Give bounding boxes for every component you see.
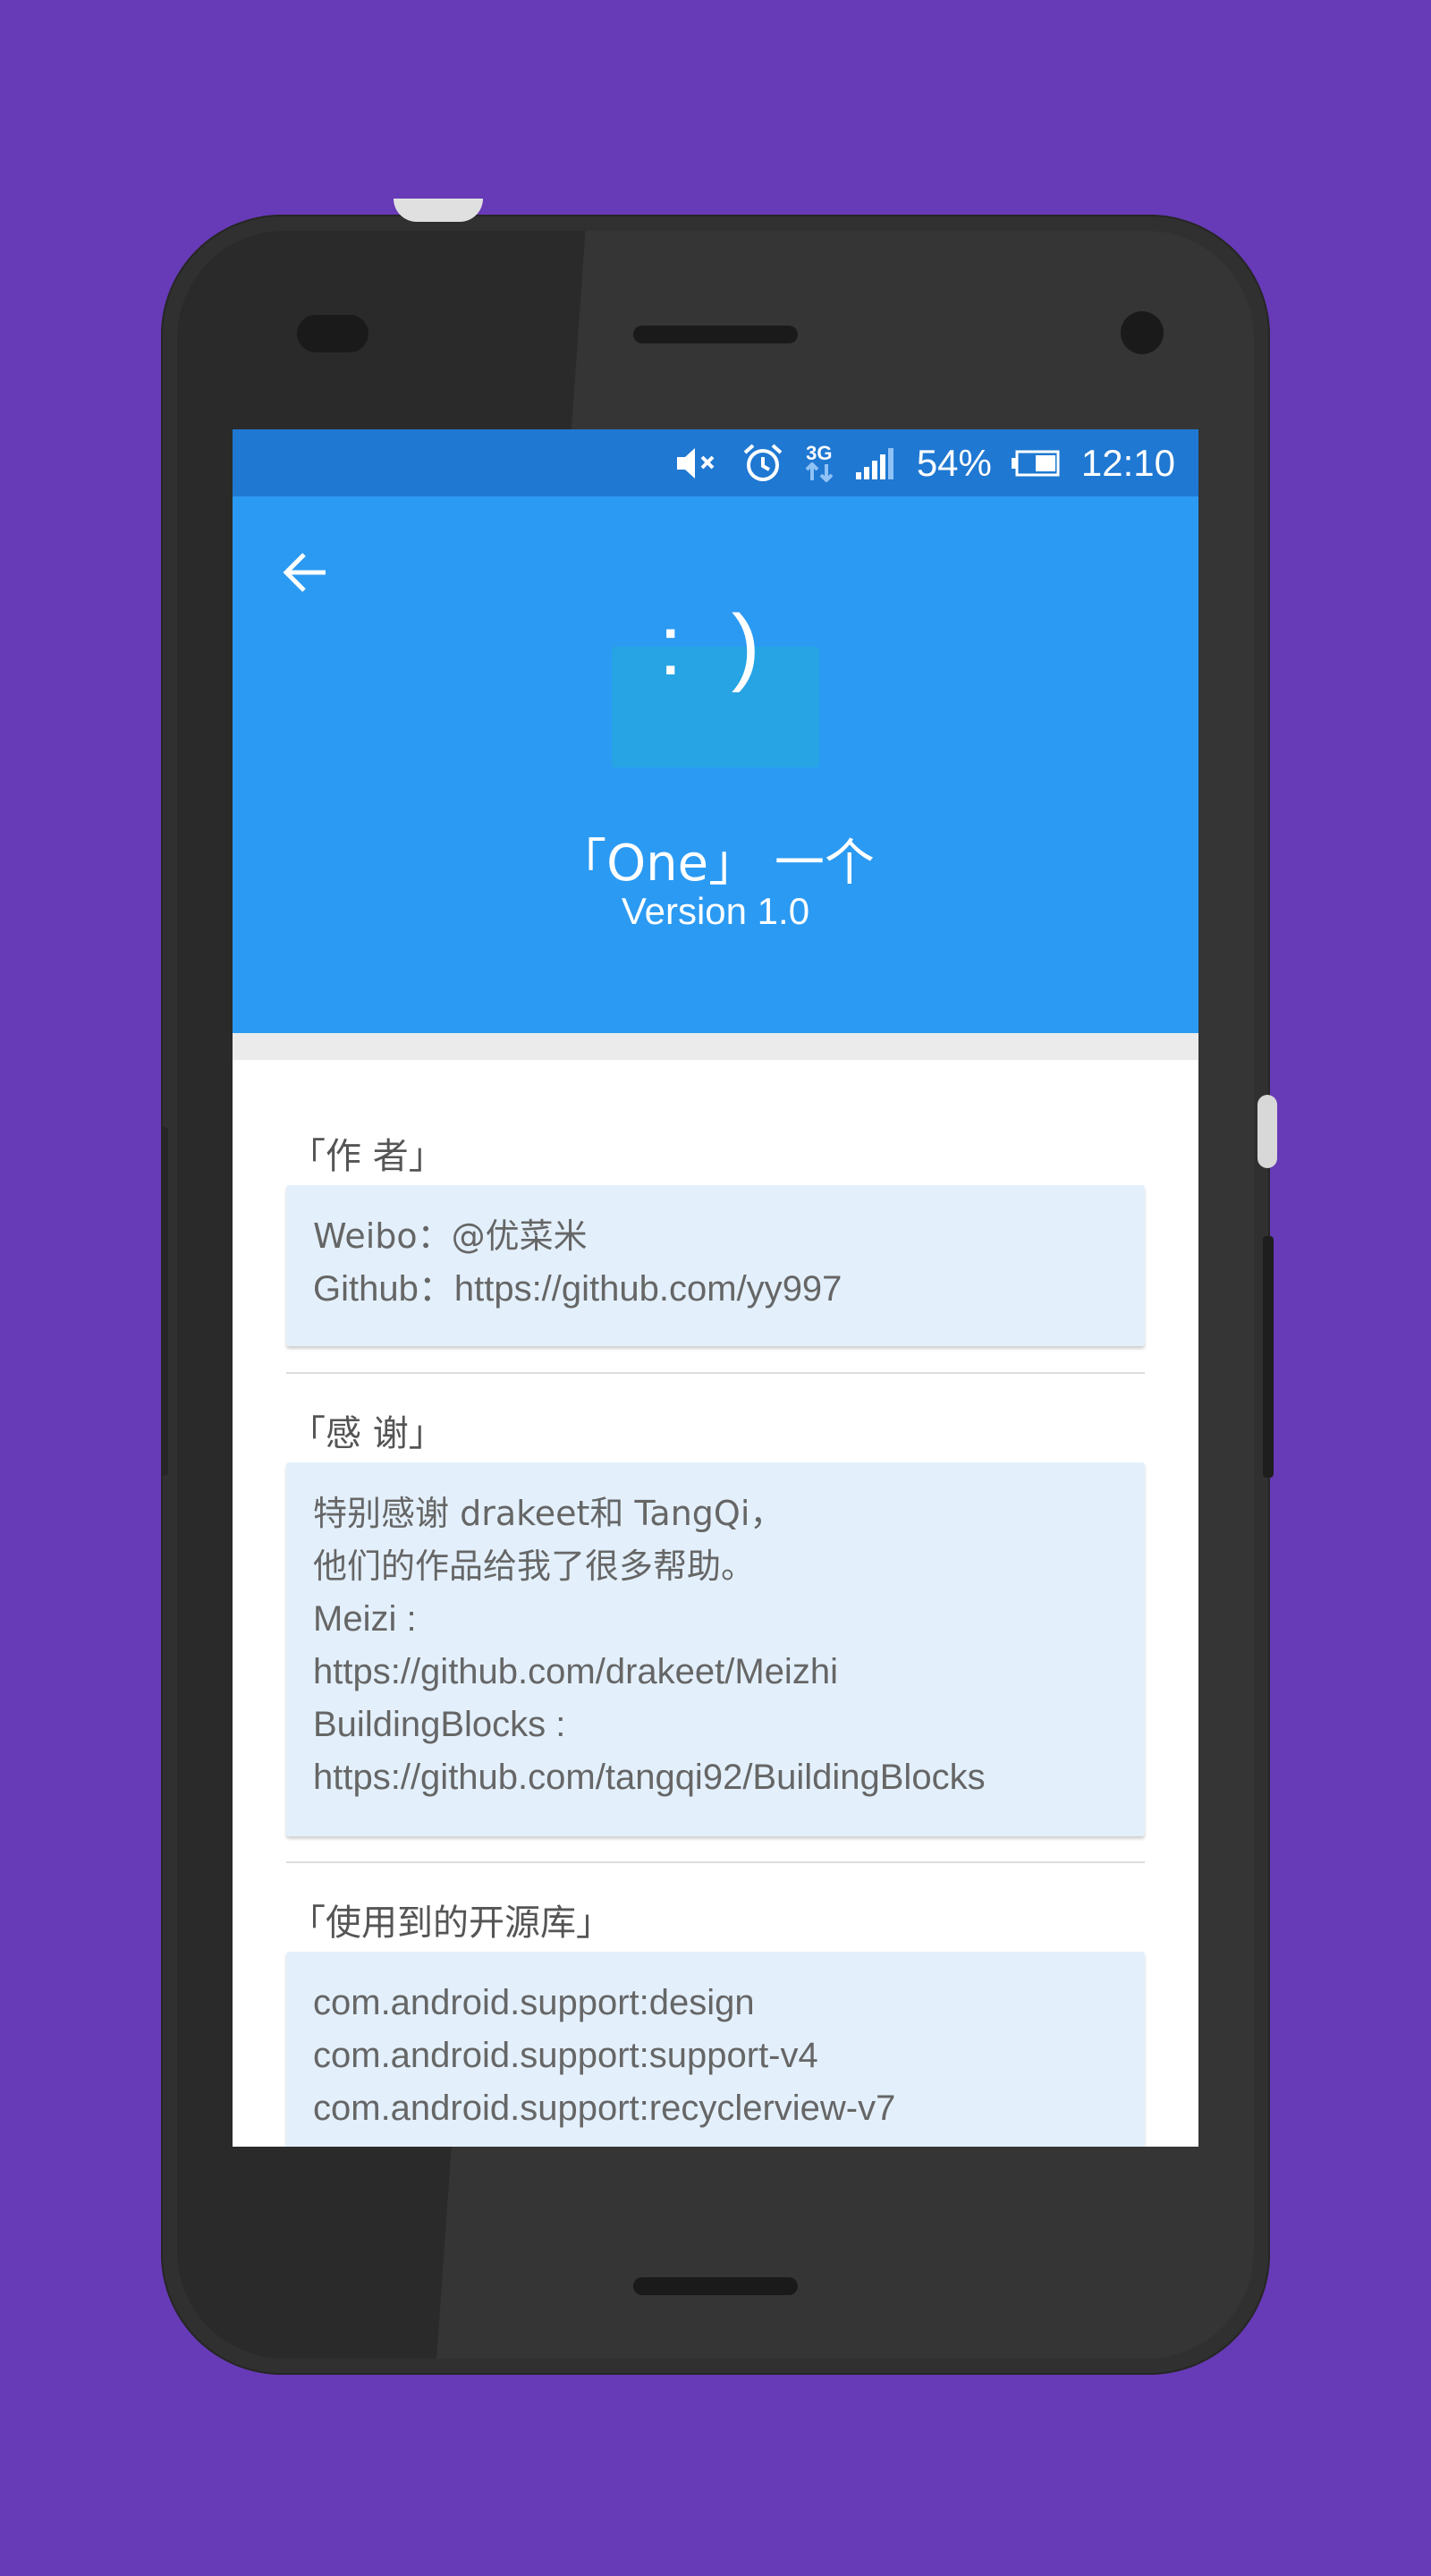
status-bar: 3G 54% 12:10	[233, 429, 1198, 496]
thanks-buildingblocks-label: BuildingBlocks :	[313, 1705, 566, 1744]
libraries-card: com.android.support:design com.android.s…	[286, 1952, 1145, 2147]
volume-rocker[interactable]	[1263, 1236, 1274, 1478]
library-item: com.android.support:design	[313, 1983, 755, 2022]
thanks-meizi-link[interactable]: https://github.com/drakeet/Meizhi	[313, 1646, 1118, 1699]
earpiece-speaker	[633, 326, 798, 343]
section-title-author: 「作 者」	[290, 1136, 445, 1177]
thanks-line: 特别感谢 drakeet和 TangQi，	[313, 1494, 784, 1533]
thanks-meizi-label: Meizi :	[313, 1599, 417, 1639]
author-github[interactable]: Github：https://github.com/yy997	[313, 1263, 1118, 1316]
clock: 12:10	[1080, 441, 1175, 484]
battery-icon	[1011, 450, 1062, 477]
app-header: : ) 「One」 一个 Version 1.0	[233, 496, 1198, 1033]
mute-icon	[675, 445, 722, 481]
proximity-sensor	[1121, 311, 1164, 354]
thanks-line: 他们的作品给我了很多帮助。	[313, 1546, 756, 1586]
library-item: com.android.support:support-v4	[313, 2036, 818, 2075]
header-divider	[233, 1033, 1198, 1060]
phone-top-notch	[394, 199, 483, 222]
bottom-speaker	[633, 2277, 798, 2295]
network-type-text: 3G	[806, 441, 833, 464]
section-title-thanks: 「感 谢」	[290, 1413, 445, 1454]
app-version: Version 1.0	[621, 890, 810, 932]
app-title: 「One」 一个	[556, 835, 875, 893]
phone-side-strip	[161, 1127, 168, 1476]
network-3g-icon: 3G	[804, 441, 834, 482]
library-item: com.android.support:recyclerview-v7	[313, 2089, 896, 2128]
signal-icon	[854, 445, 897, 481]
section-title-libraries: 「使用到的开源库」	[290, 1902, 612, 1944]
section-divider	[286, 1861, 1145, 1863]
phone-screen: 3G 54% 12:10:) 「One」 一个 Version 1.0 「作…	[233, 429, 1198, 2147]
battery-percent: 54%	[916, 441, 992, 484]
author-card: Weibo：@优菜米 Github：https://github.com/yy9…	[286, 1185, 1145, 1346]
about-content[interactable]: 「作 者」 Weibo：@优菜米 Github：https://github.c…	[233, 1060, 1198, 2147]
front-camera	[297, 315, 368, 352]
back-button[interactable]	[274, 541, 336, 604]
thanks-buildingblocks-link[interactable]: https://github.com/tangqi92/BuildingBloc…	[313, 1751, 1118, 1804]
app-logo-text: : )	[658, 597, 773, 693]
power-button[interactable]	[1257, 1095, 1277, 1168]
thanks-card: 特别感谢 drakeet和 TangQi， 他们的作品给我了很多帮助。 Meiz…	[286, 1462, 1145, 1836]
alarm-icon	[741, 442, 784, 485]
author-weibo[interactable]: Weibo：@优菜米	[313, 1210, 1118, 1263]
arrow-left-icon	[283, 553, 326, 592]
section-divider	[286, 1372, 1145, 1374]
